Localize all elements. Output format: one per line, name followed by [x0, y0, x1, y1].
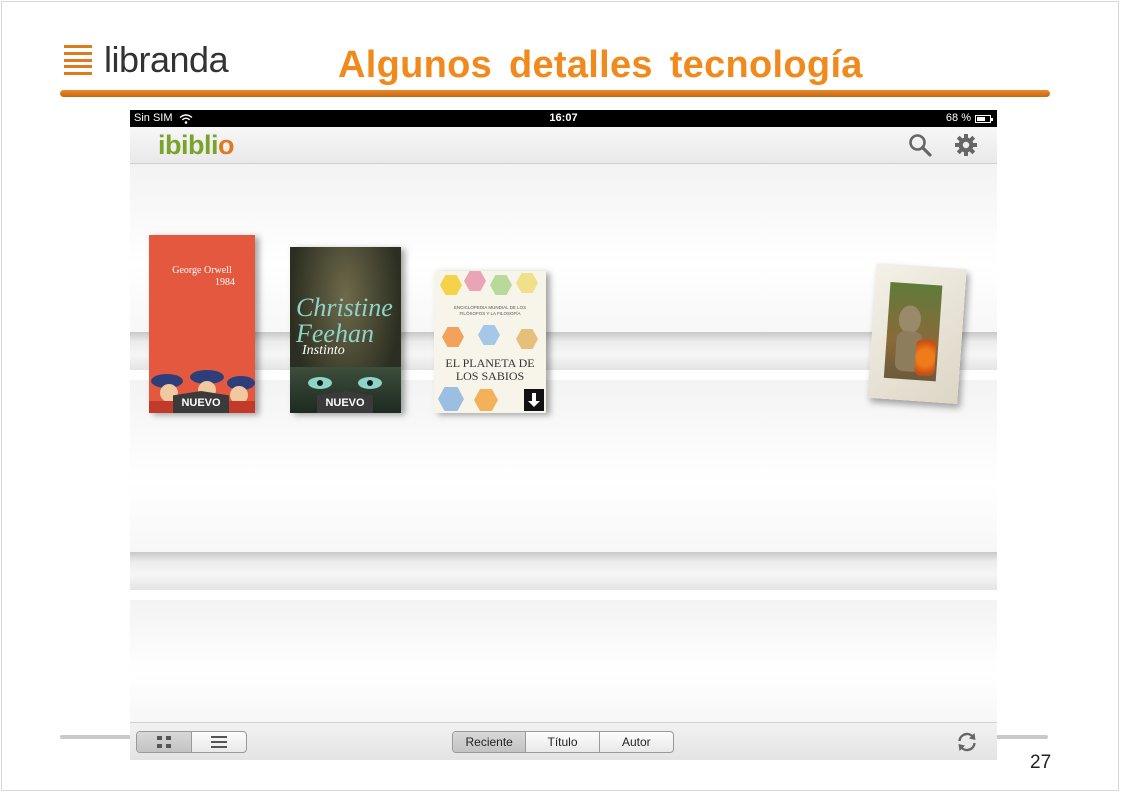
- new-badge: NUEVO: [317, 391, 373, 413]
- bottom-toolbar: Reciente Título Autor: [130, 722, 997, 760]
- shelf-board: [130, 552, 997, 591]
- book-illustration: [440, 275, 462, 295]
- view-mode-control: [136, 731, 247, 753]
- status-time: 16:07: [549, 112, 578, 124]
- book-illustration: [490, 275, 512, 295]
- book-cover-planeta-sabios[interactable]: ENCICLOPEDIA MUNDIAL DE LOS FILÓSOFOS Y …: [434, 271, 546, 413]
- libranda-logo: libranda: [64, 39, 229, 80]
- book-illustration: [464, 271, 486, 291]
- app-navbar: ibiblio: [130, 127, 997, 164]
- search-icon[interactable]: [907, 132, 933, 158]
- book-illustration: [516, 329, 538, 349]
- book-cover-instinto[interactable]: Christine Feehan Instinto NUEVO: [290, 247, 401, 413]
- download-icon[interactable]: [524, 389, 544, 411]
- libranda-logo-icon: [64, 45, 92, 75]
- gear-icon[interactable]: [953, 132, 979, 158]
- footer-rule-right: [996, 735, 1048, 739]
- ibiblio-logo[interactable]: ibiblio: [158, 130, 235, 160]
- book-cover-1984[interactable]: George Orwell 1984 NUEVO: [149, 235, 255, 413]
- book-title: EL PLANETA DE LOS SABIOS: [445, 356, 535, 383]
- battery-icon: [975, 114, 993, 123]
- book-title: Instinto: [302, 343, 345, 358]
- status-bar: Sin SIM 16:07 68 %: [130, 110, 997, 127]
- battery-percent: 68 %: [945, 112, 971, 124]
- sync-icon[interactable]: [955, 730, 979, 754]
- shelf-back: [130, 600, 997, 722]
- list-view-icon: [210, 736, 227, 748]
- ipad-screen: Sin SIM 16:07 68 % ibiblio George Orwell…: [130, 110, 997, 760]
- shelf-back: [130, 380, 997, 552]
- book-illustration: [516, 273, 538, 293]
- new-badge: NUEVO: [173, 391, 229, 413]
- grid-view-icon: [156, 736, 171, 748]
- bookshelf: George Orwell 1984 NUEVO Christine Feeha…: [130, 164, 997, 722]
- sort-control: Reciente Título Autor: [452, 731, 674, 753]
- shelf-gap: [130, 590, 997, 600]
- photo-image: [883, 282, 943, 382]
- book-illustration: [478, 325, 500, 345]
- slide-number: 27: [1030, 752, 1052, 773]
- book-author: Christine Feehan: [296, 293, 393, 348]
- battery-level: [977, 116, 986, 121]
- book-author: George Orwell: [172, 265, 232, 276]
- photo-flower: [914, 338, 937, 377]
- title-divider: [60, 90, 1050, 97]
- shelf-gap: [130, 370, 997, 380]
- photo-frame[interactable]: [867, 263, 967, 404]
- book-subtitle: ENCICLOPEDIA MUNDIAL DE LOS FILÓSOFOS Y …: [453, 305, 527, 316]
- logo-text: libranda: [104, 39, 229, 80]
- sort-author-button[interactable]: Autor: [600, 732, 673, 752]
- book-illustration: [438, 387, 464, 411]
- sort-title-button[interactable]: Título: [526, 732, 600, 752]
- book-illustration: [474, 389, 498, 411]
- book-title: 1984: [215, 277, 235, 288]
- list-view-button[interactable]: [192, 732, 247, 752]
- slide-title: Algunos detalles tecnología: [338, 44, 863, 86]
- book-illustration: [442, 327, 464, 347]
- grid-view-button[interactable]: [137, 732, 192, 752]
- sort-recent-button[interactable]: Reciente: [453, 732, 527, 752]
- shelf-back: [130, 164, 997, 332]
- shelf-board: [130, 332, 997, 371]
- footer-rule-left: [60, 735, 132, 739]
